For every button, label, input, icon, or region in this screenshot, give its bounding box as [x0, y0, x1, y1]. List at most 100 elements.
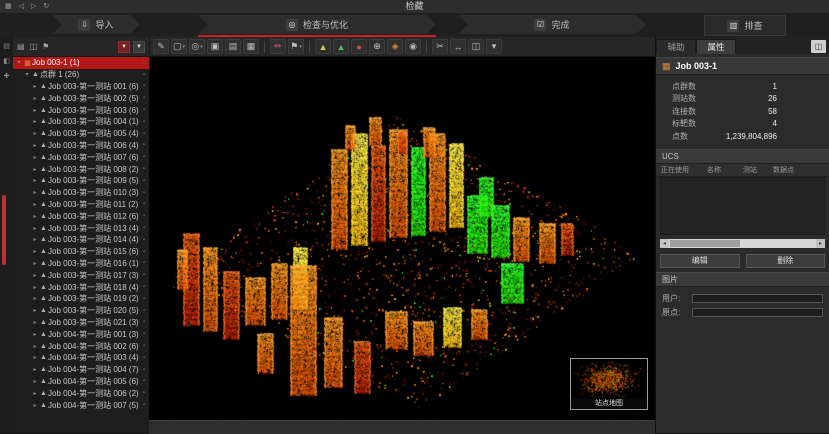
panel-toggle-icon[interactable]: ▤ [0, 40, 13, 52]
expander-icon[interactable]: ▸ [31, 366, 39, 373]
expander-icon[interactable]: ▸ [31, 83, 39, 90]
row-options-icon[interactable]: ▪ [139, 296, 149, 302]
edit-button[interactable]: 编辑 [660, 254, 740, 268]
row-options-icon[interactable]: ▪ [139, 343, 149, 349]
origin-field[interactable] [692, 308, 823, 317]
delete-button[interactable]: 删除 [746, 254, 826, 268]
expander-icon[interactable]: ▸ [31, 201, 39, 208]
tree-row-station[interactable]: ▸▲Job 004-第一测站 006 (2)▪ [13, 387, 149, 399]
tree-row-station[interactable]: ▸▲Job 004-第一测站 005 (6)▪ [13, 376, 149, 388]
back-icon[interactable]: ◁ [19, 1, 24, 13]
expander-icon[interactable]: ▸ [31, 343, 39, 350]
tree-row-station[interactable]: ▸▲Job 004-第一测站 007 (5)▪ [13, 399, 149, 411]
annotation-flag-icon[interactable]: ⚑▾ [288, 39, 304, 54]
row-options-icon[interactable]: ▪ [139, 272, 149, 278]
paint-icon[interactable]: ✎ [153, 39, 169, 54]
row-options-icon[interactable]: ▪ [139, 60, 149, 66]
row-options-icon[interactable]: ▪ [139, 201, 149, 207]
move-icon[interactable]: ↔ [450, 39, 466, 54]
expander-icon[interactable]: ▸ [31, 236, 39, 243]
expander-icon[interactable]: ▸ [31, 295, 39, 302]
expander-icon[interactable]: ▸ [31, 166, 39, 173]
expander-icon[interactable]: ▾ [23, 71, 31, 78]
workflow-step-complete[interactable]: ☑完成 [458, 15, 646, 34]
minimap[interactable]: 站点地图 [570, 358, 648, 410]
expander-icon[interactable]: ▸ [31, 390, 39, 397]
tree-row-station[interactable]: ▸▲Job 003-第一测站 016 (1)▪ [13, 258, 149, 270]
tree-row-station[interactable]: ▸▲Job 003-第一测站 001 (6)▪ [13, 81, 149, 93]
tab-auxiliary[interactable]: 辅助 [656, 39, 696, 54]
select-area-icon[interactable]: ▢▾ [171, 39, 187, 54]
row-options-icon[interactable]: ▪ [139, 83, 149, 89]
zoom-icon[interactable]: ◎▾ [189, 39, 205, 54]
tab-properties[interactable]: 属性 [696, 39, 736, 54]
row-options-icon[interactable]: ▪ [139, 390, 149, 396]
filter-button[interactable]: ▼ [133, 41, 145, 53]
tree-row-station[interactable]: ▸▲Job 003-第一测站 008 (2)▪ [13, 163, 149, 175]
pin-icon[interactable]: ◈ [387, 39, 403, 54]
workflow-step-review[interactable]: ▥排查 [704, 15, 786, 36]
row-options-icon[interactable]: ▪ [139, 190, 149, 196]
tree-row-station[interactable]: ▸▲Job 003-第一测站 018 (4)▪ [13, 281, 149, 293]
tree-row-station[interactable]: ▸▲Job 003-第一测站 013 (4)▪ [13, 222, 149, 234]
tree-list-icon[interactable]: ▤ [17, 42, 25, 51]
row-options-icon[interactable]: ▪ [139, 119, 149, 125]
expander-icon[interactable]: ▸ [31, 248, 39, 255]
split-view-icon[interactable]: ◧ [0, 55, 13, 67]
expander-icon[interactable]: ▸ [31, 378, 39, 385]
point-target-icon[interactable]: ⊕ [369, 39, 385, 54]
row-options-icon[interactable]: ▪ [139, 154, 149, 160]
expander-icon[interactable]: ▸ [31, 225, 39, 232]
row-options-icon[interactable]: ▪ [139, 378, 149, 384]
sphere-target-icon[interactable]: ● [351, 39, 367, 54]
row-options-icon[interactable]: ▪ [139, 237, 149, 243]
tree-row-station[interactable]: ▸▲Job 004-第一测站 003 (4)▪ [13, 352, 149, 364]
panel-layout-icon[interactable]: ◫ [811, 40, 826, 53]
tree-row-station[interactable]: ▸▲Job 003-第一测站 014 (4)▪ [13, 234, 149, 246]
row-options-icon[interactable]: ▪ [139, 367, 149, 373]
expander-icon[interactable]: ▸ [31, 319, 39, 326]
expander-icon[interactable]: ▸ [31, 177, 39, 184]
tree-row-station[interactable]: ▸▲Job 003-第一测站 007 (6)▪ [13, 151, 149, 163]
ucs-table-body[interactable] [660, 177, 825, 235]
layers-icon[interactable]: ◫ [30, 42, 38, 51]
workflow-step-inspect[interactable]: ◎检查与优化 [198, 15, 436, 34]
expander-icon[interactable]: ▸ [31, 260, 39, 267]
tree-row-station[interactable]: ▸▲Job 003-第一测站 003 (6)▪ [13, 104, 149, 116]
tree-row-station[interactable]: ▸▲Job 003-第一测站 002 (5)▪ [13, 92, 149, 104]
checkerboard-target-icon[interactable]: ▲ [315, 39, 331, 54]
panorama-icon[interactable]: ▤ [225, 39, 241, 54]
tree-row-station[interactable]: ▸▲Job 003-第一测站 017 (3)▪ [13, 269, 149, 281]
row-options-icon[interactable]: ▪ [139, 308, 149, 314]
rail-scrollbar-thumb[interactable] [2, 195, 6, 265]
tree-row-pointcloud-group[interactable]: ▾▲点群 1 (26)▪ [13, 69, 149, 81]
tree-row-station[interactable]: ▸▲Job 003-第一测站 015 (6)▪ [13, 246, 149, 258]
more-dropdown-icon[interactable]: ▾ [486, 39, 502, 54]
expander-icon[interactable]: ▸ [31, 95, 39, 102]
tree-row-station[interactable]: ▸▲Job 003-第一测站 020 (5)▪ [13, 305, 149, 317]
expander-icon[interactable]: ▸ [31, 402, 39, 409]
row-options-icon[interactable]: ▪ [139, 284, 149, 290]
row-options-icon[interactable]: ▪ [139, 225, 149, 231]
scroll-right-icon[interactable]: ▸ [816, 239, 825, 248]
expander-icon[interactable]: ▸ [31, 107, 39, 114]
tree-row-station[interactable]: ▸▲Job 003-第一测站 012 (6)▪ [13, 210, 149, 222]
tree-row-job-root[interactable]: ▾▦Job 003-1 (1)▪ [13, 57, 149, 69]
tree-row-station[interactable]: ▸▲Job 004-第一测站 001 (3)▪ [13, 328, 149, 340]
filter-red-button[interactable]: ▼ [118, 41, 130, 53]
scroll-thumb[interactable] [670, 240, 740, 247]
expander-icon[interactable]: ▸ [31, 130, 39, 137]
app-menu-icon[interactable]: ▦ [5, 1, 12, 13]
row-options-icon[interactable]: ▪ [139, 131, 149, 137]
measure-pen-icon[interactable]: ✏ [270, 39, 286, 54]
tree-row-station[interactable]: ▸▲Job 003-第一测站 004 (1)▪ [13, 116, 149, 128]
expander-icon[interactable]: ▸ [31, 154, 39, 161]
expander-icon[interactable]: ▸ [31, 284, 39, 291]
tree-row-station[interactable]: ▸▲Job 003-第一测站 009 (5)▪ [13, 175, 149, 187]
expander-icon[interactable]: ▸ [31, 331, 39, 338]
expander-icon[interactable]: ▸ [31, 142, 39, 149]
row-options-icon[interactable]: ▪ [139, 355, 149, 361]
row-options-icon[interactable]: ▪ [139, 95, 149, 101]
row-options-icon[interactable]: ▪ [139, 142, 149, 148]
expander-icon[interactable]: ▸ [31, 354, 39, 361]
